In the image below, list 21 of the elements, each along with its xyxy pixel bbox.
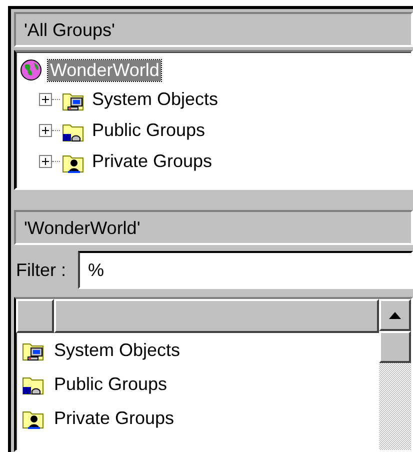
filter-field[interactable]: % xyxy=(78,251,413,289)
scroll-thumb[interactable] xyxy=(379,331,411,363)
up-arrow-icon xyxy=(389,312,401,318)
list-item[interactable]: Public Groups xyxy=(54,374,168,394)
expand-toggle[interactable] xyxy=(39,93,52,106)
tree-item[interactable]: WonderWorld xyxy=(48,60,162,80)
tree-item[interactable]: Public Groups xyxy=(90,120,208,141)
column-header[interactable] xyxy=(54,299,379,333)
scroll-up-button[interactable] xyxy=(379,299,411,331)
expand-toggle[interactable] xyxy=(39,155,52,168)
panel-header: 'WonderWorld' xyxy=(14,210,413,245)
expand-toggle[interactable] xyxy=(39,124,52,137)
filter-label: Filter : xyxy=(16,260,66,280)
globe-icon xyxy=(20,59,42,81)
column-header[interactable] xyxy=(16,299,54,333)
list-item[interactable]: Private Groups xyxy=(54,408,174,428)
scrollbar[interactable] xyxy=(379,299,411,450)
list-item[interactable]: System Objects xyxy=(54,340,180,360)
panel-header: 'All Groups' xyxy=(14,12,413,47)
tree-item[interactable]: System Objects xyxy=(90,89,220,110)
tree-item[interactable]: Private Groups xyxy=(90,151,214,172)
